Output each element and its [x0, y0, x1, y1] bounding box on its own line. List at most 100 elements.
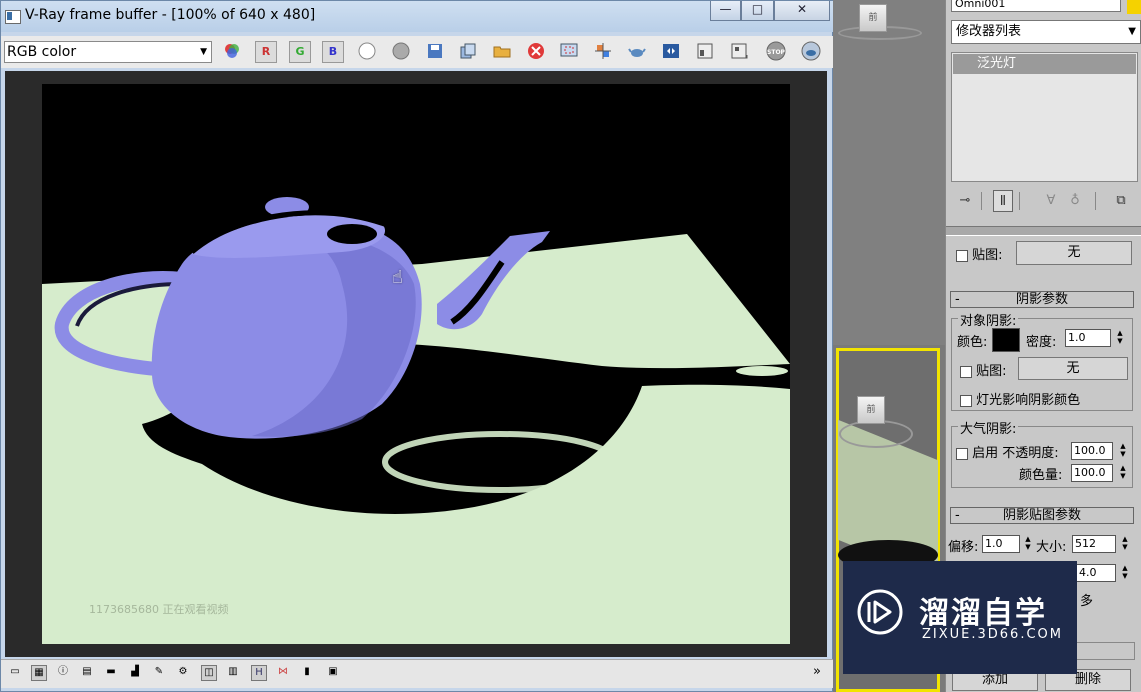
shadow-map-params-rollout[interactable]: - 阴影贴图参数 — [950, 507, 1134, 524]
bias-spinner[interactable]: 1.0 — [982, 535, 1020, 553]
object-color-swatch[interactable] — [1127, 0, 1141, 14]
expand-panel-icon[interactable]: » — [809, 665, 825, 681]
gray-circle-icon[interactable] — [390, 41, 412, 63]
opacity-spinner-arrows[interactable]: ▲ ▼ — [1118, 442, 1128, 460]
remove-modifier-icon[interactable]: ♁ — [1065, 190, 1085, 212]
collapse-icon: - — [955, 292, 960, 307]
separator — [1095, 192, 1096, 210]
light-affects-label: 灯光影响阴影颜色 — [976, 393, 1081, 408]
minimize-button[interactable]: — — [710, 1, 741, 21]
modifier-list-dropdown[interactable]: 修改器列表 ▼ — [951, 20, 1141, 44]
show-corrections-icon[interactable] — [694, 41, 716, 63]
window-title: V-Ray frame buffer - [100% of 640 x 480] — [25, 7, 316, 23]
blue-channel-button[interactable]: B — [322, 41, 344, 63]
viewcube-top-icon[interactable]: 前 — [859, 4, 887, 32]
opacity-spinner[interactable]: 100.0 — [1071, 442, 1113, 460]
save-icon[interactable] — [424, 41, 446, 63]
render-canvas[interactable]: 1173685680 正在观看视频 ☝ — [5, 71, 827, 657]
layers-icon[interactable]: ▤ — [79, 665, 95, 681]
chevron-down-icon: ▼ — [1128, 26, 1136, 37]
object-shadow-map-checkbox[interactable] — [960, 365, 972, 378]
watermark-badge: 溜溜自学 ZIXUE.3D66.COM — [843, 561, 1077, 674]
display-correction-icon[interactable]: ▭ — [7, 665, 23, 681]
sample-range-spinner-arrows[interactable]: ▲ ▼ — [1120, 564, 1130, 582]
green-channel-button[interactable]: G — [289, 41, 311, 63]
shadow-params-rollout[interactable]: - 阴影参数 — [950, 291, 1134, 308]
frame-icon[interactable]: ▣ — [325, 665, 341, 681]
light-affects-checkbox[interactable] — [960, 394, 972, 407]
copy-icon[interactable] — [457, 41, 479, 63]
history-icon[interactable] — [728, 41, 750, 63]
bias-label: 偏移: — [948, 540, 979, 555]
modifier-list-label: 修改器列表 — [956, 24, 1022, 39]
white-circle-icon[interactable] — [356, 41, 378, 63]
make-unique-icon[interactable]: ∀ — [1041, 190, 1061, 212]
object-shadow-map-label: 贴图: — [976, 364, 1007, 379]
stack-item-omni[interactable]: 泛光灯 — [953, 54, 1136, 74]
channel-select[interactable]: RGB color ▼ — [4, 41, 212, 63]
region-render-icon[interactable] — [558, 41, 580, 63]
object-shadow-map-button[interactable]: 无 — [1018, 357, 1128, 380]
exposure-icon[interactable]: ◫ — [201, 665, 217, 681]
modifier-stack[interactable]: 泛光灯 — [951, 52, 1138, 182]
shadow-color-label: 颜色: — [957, 335, 988, 350]
stop-icon[interactable]: STOP — [765, 41, 787, 63]
show-end-result-icon[interactable]: Ⅱ — [993, 190, 1013, 212]
app-icon — [5, 10, 21, 24]
pixel-aspect-icon[interactable]: ⋈ — [275, 665, 291, 681]
color-amount-label: 颜色量: — [1019, 468, 1063, 483]
settings-icon[interactable]: ⚙ — [175, 665, 191, 681]
color-channels-icon[interactable] — [221, 41, 243, 63]
watermark-brand-en: ZIXUE.3D66.COM — [922, 627, 1063, 642]
shadow-spout-highlight — [736, 366, 788, 376]
teapot-lid-shadow — [327, 224, 377, 244]
density-spinner[interactable]: 1.0 — [1065, 329, 1111, 347]
histogram-icon[interactable]: ▥ — [225, 665, 241, 681]
panel-divider[interactable] — [946, 226, 1141, 236]
atmosphere-on-checkbox[interactable] — [956, 447, 968, 460]
color-bars-icon[interactable]: ▮ — [299, 665, 315, 681]
h-icon[interactable]: H — [251, 665, 267, 681]
play-logo-icon — [857, 589, 903, 635]
map-button[interactable]: 无 — [1016, 241, 1132, 265]
vray-frame-buffer-window: V-Ray frame buffer - [100% of 640 x 480]… — [0, 0, 833, 692]
info-icon[interactable]: ⓘ — [55, 665, 71, 681]
hand-cursor-icon: ☝ — [392, 267, 403, 288]
brush-icon[interactable]: ✎ — [151, 665, 167, 681]
object-name-field[interactable]: Omni001 — [951, 0, 1121, 12]
teapot-render-icon[interactable] — [626, 41, 648, 63]
stack-toolbar: ⊸ Ⅱ ∀ ♁ ⧉ — [951, 188, 1141, 214]
compare-icon[interactable] — [660, 41, 682, 63]
size-spinner-arrows[interactable]: ▲ ▼ — [1120, 535, 1130, 553]
shadow-color-swatch[interactable] — [992, 328, 1020, 352]
color-amount-spinner-arrows[interactable]: ▲ ▼ — [1118, 464, 1128, 482]
bias-spinner-arrows[interactable]: ▲ ▼ — [1023, 535, 1033, 553]
red-channel-button[interactable]: R — [255, 41, 277, 63]
chevron-down-icon: ▼ — [200, 47, 207, 57]
light-affects-row: 灯光影响阴影颜色 — [960, 389, 1080, 408]
open-folder-icon[interactable] — [491, 41, 513, 63]
viewport-top[interactable] — [833, 0, 945, 345]
rendered-image[interactable]: 1173685680 正在观看视频 ☝ — [42, 84, 790, 644]
configure-modifier-sets-icon[interactable]: ⧉ — [1111, 190, 1131, 212]
pin-stack-icon[interactable]: ⊸ — [955, 190, 975, 212]
sample-range-spinner[interactable]: 4.0 — [1076, 564, 1116, 582]
size-spinner[interactable]: 512 — [1072, 535, 1116, 553]
viewcube-icon[interactable]: 前 — [857, 396, 885, 424]
clear-icon[interactable] — [525, 41, 547, 63]
map-checkbox[interactable] — [956, 249, 968, 262]
title-bar[interactable]: V-Ray frame buffer - [100% of 640 x 480]… — [1, 1, 833, 32]
shadow-map-rollout-label: 阴影贴图参数 — [1002, 508, 1081, 523]
render-icon[interactable] — [800, 41, 822, 63]
object-shadow-map-row: 贴图: — [960, 360, 1007, 379]
color-amount-spinner[interactable]: 100.0 — [1071, 464, 1113, 482]
lut-icon[interactable]: ▦ — [31, 665, 47, 681]
track-mouse-icon[interactable] — [592, 41, 614, 63]
curve-icon[interactable]: ▟ — [127, 665, 143, 681]
density-spinner-arrows[interactable]: ▲ ▼ — [1115, 329, 1125, 347]
close-button[interactable]: ✕ — [774, 1, 830, 21]
levels-icon[interactable]: ▬ — [103, 665, 119, 681]
maximize-button[interactable]: □ — [741, 1, 774, 21]
teapot-render-graphic — [42, 197, 790, 644]
collapse-icon: - — [955, 508, 960, 523]
